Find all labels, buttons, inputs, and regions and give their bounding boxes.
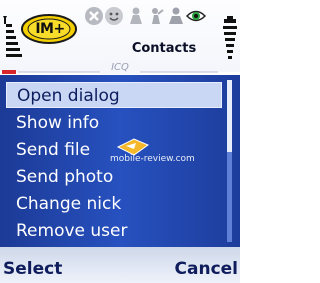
- menu-item-show-info[interactable]: Show info: [6, 110, 222, 136]
- select-softkey[interactable]: Select: [3, 257, 62, 281]
- app-logo-text: IM+: [35, 21, 65, 37]
- tab-account-label: ICQ: [100, 62, 140, 74]
- watermark-text: mobile-review.com: [110, 154, 195, 164]
- cancel-softkey[interactable]: Cancel: [175, 257, 238, 281]
- status-icons-row: [84, 6, 208, 28]
- phone-screen: IM+ Contacts ICQ Open dialog Show info S…: [0, 0, 240, 283]
- menu-scrollbar-thumb[interactable]: [227, 80, 232, 152]
- page-title: Contacts: [131, 41, 197, 56]
- signal-strength-icon: [3, 16, 22, 57]
- person-status-icon[interactable]: [126, 6, 146, 26]
- menu-item-remove-user[interactable]: Remove user: [6, 218, 222, 244]
- person-away-icon[interactable]: [146, 6, 166, 26]
- smiley-status-icon[interactable]: [104, 6, 124, 26]
- menu-item-send-photo[interactable]: Send photo: [6, 164, 222, 190]
- menu-item-change-nick[interactable]: Change nick: [6, 191, 222, 217]
- person-busy-icon[interactable]: [166, 6, 186, 26]
- close-icon[interactable]: [84, 6, 104, 26]
- menu-item-open-dialog[interactable]: Open dialog: [6, 82, 222, 108]
- eye-visible-icon[interactable]: [186, 6, 206, 26]
